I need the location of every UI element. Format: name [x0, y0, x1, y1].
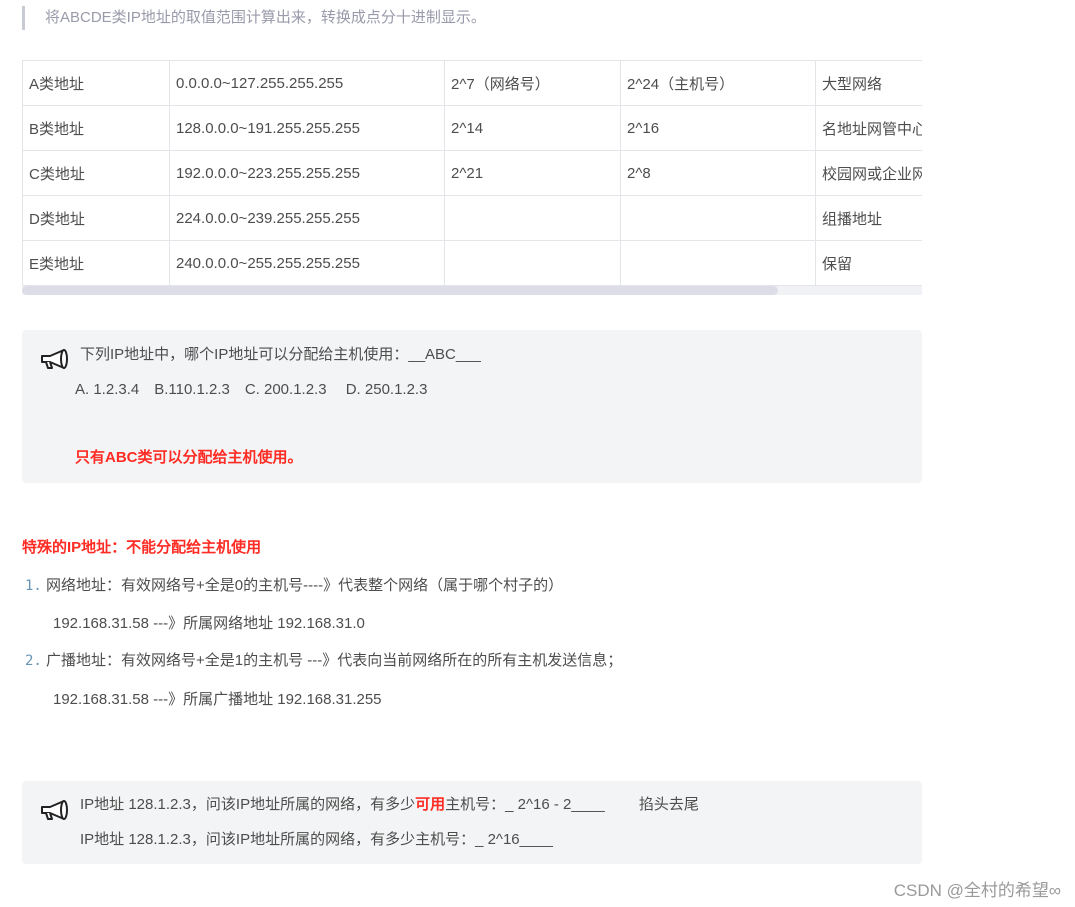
question-text-end: 主机号：_ 2^16 - 2____ 掐头去尾 — [445, 796, 699, 813]
table-horizontal-scrollbar[interactable] — [22, 286, 922, 295]
table-row: A类地址 0.0.0.0~127.255.255.255 2^7（网络号） 2^… — [22, 60, 922, 106]
ip-class-table: A类地址 0.0.0.0~127.255.255.255 2^7（网络号） 2^… — [22, 60, 922, 286]
table-cell — [444, 240, 621, 286]
intro-text: 将ABCDE类IP地址的取值范围计算出来，转换成点分十进制显示。 — [45, 9, 486, 26]
question-note-box: 下列IP地址中，哪个IP地址可以分配给主机使用：__ABC___ A. 1.2.… — [22, 330, 922, 483]
ip-class-table-container: A类地址 0.0.0.0~127.255.255.255 2^7（网络号） 2^… — [22, 60, 922, 296]
table-row: C类地址 192.0.0.0~223.255.255.255 2^21 2^8 … — [22, 150, 922, 196]
question-options: A. 1.2.3.4 B.110.1.2.3 C. 200.1.2.3 D. 2… — [75, 381, 428, 398]
table-cell: 组播地址 — [815, 195, 922, 241]
csdn-watermark: CSDN @全村的希望∞ — [893, 881, 1061, 900]
host-count-question-total: IP地址 128.1.2.3，问该IP地址所属的网络，有多少主机号：_ 2^16… — [80, 831, 554, 848]
table-cell: 2^8 — [620, 150, 816, 196]
list-item: 1. 网络地址：有效网络号+全是0的主机号----》代表整个网络（属于哪个村子的… — [25, 576, 563, 596]
list-number: 1. — [25, 578, 42, 594]
table-cell: 校园网或企业网 — [815, 150, 922, 196]
table-cell: 2^24（主机号） — [620, 60, 816, 106]
table-cell: 224.0.0.0~239.255.255.255 — [169, 195, 445, 241]
scrollbar-thumb[interactable] — [22, 286, 778, 295]
question-text: 下列IP地址中，哪个IP地址可以分配给主机使用：__ABC___ — [80, 346, 481, 363]
list-item-text: 广播地址：有效网络号+全是1的主机号 ---》代表向当前网络所在的所有主机发送信… — [46, 652, 623, 669]
table-row: D类地址 224.0.0.0~239.255.255.255 组播地址 — [22, 195, 922, 241]
table-cell: 2^21 — [444, 150, 621, 196]
megaphone-icon — [41, 800, 68, 820]
table-cell: 192.0.0.0~223.255.255.255 — [169, 150, 445, 196]
list-number: 2. — [25, 653, 42, 669]
table-cell: 2^14 — [444, 105, 621, 151]
table-cell: C类地址 — [22, 150, 170, 196]
table-row: E类地址 240.0.0.0~255.255.255.255 保留 — [22, 240, 922, 286]
table-cell: 240.0.0.0~255.255.255.255 — [169, 240, 445, 286]
table-cell: E类地址 — [22, 240, 170, 286]
table-row: B类地址 128.0.0.0~191.255.255.255 2^14 2^16… — [22, 105, 922, 151]
table-cell: 2^16 — [620, 105, 816, 151]
table-cell: A类地址 — [22, 60, 170, 106]
table-cell: 大型网络 — [815, 60, 922, 106]
table-cell: D类地址 — [22, 195, 170, 241]
megaphone-icon — [41, 349, 68, 369]
host-count-note-box: IP地址 128.1.2.3，问该IP地址所属的网络，有多少可用主机号：_ 2^… — [22, 781, 922, 864]
table-cell — [620, 195, 816, 241]
host-count-question-usable: IP地址 128.1.2.3，问该IP地址所属的网络，有多少可用主机号：_ 2^… — [80, 795, 699, 815]
question-text-start: IP地址 128.1.2.3，问该IP地址所属的网络，有多少 — [80, 796, 416, 813]
table-cell: 2^7（网络号） — [444, 60, 621, 106]
table-cell — [620, 240, 816, 286]
answer-text: 只有ABC类可以分配给主机使用。 — [75, 449, 303, 466]
list-item-example: 192.168.31.58 ---》所属广播地址 192.168.31.255 — [53, 691, 382, 708]
table-cell: 0.0.0.0~127.255.255.255 — [169, 60, 445, 106]
list-item: 2. 广播地址：有效网络号+全是1的主机号 ---》代表向当前网络所在的所有主机… — [25, 651, 622, 671]
list-item-example: 192.168.31.58 ---》所属网络地址 192.168.31.0 — [53, 615, 365, 632]
intro-quote: 将ABCDE类IP地址的取值范围计算出来，转换成点分十进制显示。 — [22, 6, 925, 30]
table-cell: 128.0.0.0~191.255.255.255 — [169, 105, 445, 151]
table-cell: B类地址 — [22, 105, 170, 151]
table-cell — [444, 195, 621, 241]
table-cell: 保留 — [815, 240, 922, 286]
special-ip-heading: 特殊的IP地址：不能分配给主机使用 — [22, 539, 262, 556]
usable-highlight: 可用 — [415, 796, 446, 813]
table-cell: 名地址网管中心 — [815, 105, 922, 151]
list-item-text: 网络地址：有效网络号+全是0的主机号----》代表整个网络（属于哪个村子的） — [46, 577, 564, 594]
